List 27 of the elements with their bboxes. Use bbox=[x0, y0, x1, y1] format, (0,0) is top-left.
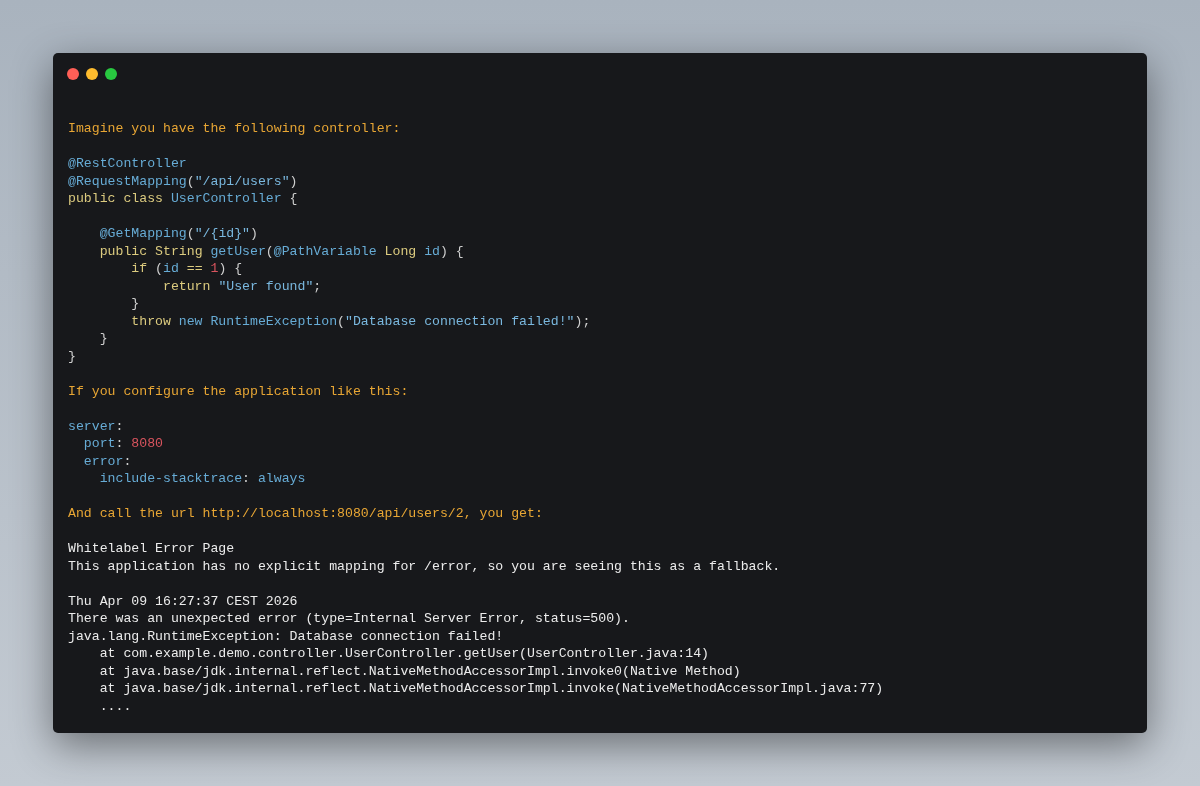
code-line: include-stacktrace: always bbox=[98, 470, 307, 488]
prose-line: And call the url http://localhost:8080/api/users/2, you get: bbox=[68, 505, 544, 523]
code-line: server: bbox=[68, 417, 125, 435]
code-line: throw new RuntimeException("Database connection failed!"); bbox=[130, 312, 592, 330]
code-line: } bbox=[130, 295, 141, 313]
code-line: Whitelabel Error Page bbox=[68, 540, 236, 558]
code-line: if (id == 1) { bbox=[130, 260, 244, 278]
code-line: at java.base/jdk.internal.reflect.NativeMethodAccessorImpl.invoke0(Native Method) bbox=[98, 662, 742, 680]
code-line: .... bbox=[98, 697, 133, 715]
code-line: There was an unexpected error (type=Internal Server Error, status=500). bbox=[68, 610, 631, 628]
code-line: error: bbox=[82, 452, 133, 470]
code-line: port: 8080 bbox=[82, 435, 164, 453]
code-line: Thu Apr 09 16:27:37 CEST 2026 bbox=[68, 592, 299, 610]
code-line: @RestController bbox=[68, 155, 188, 173]
code-line: public String getUser(@PathVariable Long id) { bbox=[98, 242, 465, 260]
prose-line: Imagine you have the following controller: bbox=[68, 120, 402, 138]
code-line: @RequestMapping("/api/users") bbox=[68, 172, 299, 190]
code-line: public class UserController { bbox=[68, 190, 299, 208]
code-line: } bbox=[98, 330, 109, 348]
code-line: at com.example.demo.controller.UserController.getUser(UserController.java:14) bbox=[98, 645, 711, 663]
code-line: @GetMapping("/{id}") bbox=[98, 225, 259, 243]
code-line: at java.base/jdk.internal.reflect.NativeMethodAccessorImpl.invoke(NativeMethodAccessorImpl.java:77) bbox=[98, 680, 885, 698]
code-line: This application has no explicit mapping for /error, so you are seeing this as a fallback. bbox=[68, 557, 782, 575]
code-line: java.lang.RuntimeException: Database connection failed! bbox=[68, 627, 505, 645]
code-line: return "User found"; bbox=[161, 277, 323, 295]
code-line: } bbox=[68, 347, 77, 365]
prose-line: If you configure the application like this: bbox=[68, 382, 410, 400]
